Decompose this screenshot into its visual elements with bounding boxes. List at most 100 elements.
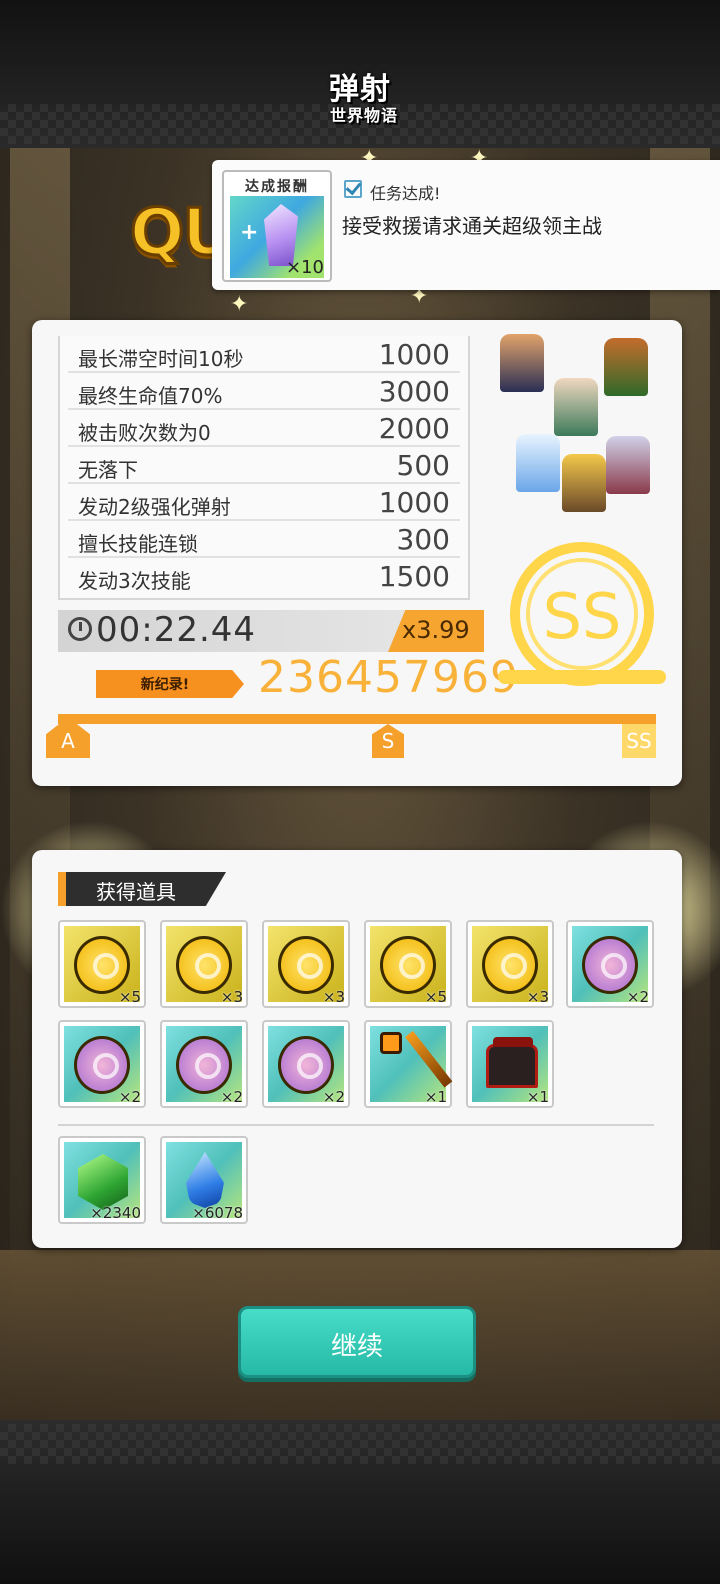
staff-icon (405, 1030, 453, 1088)
bonus-label: 发动3次技能 (78, 569, 191, 593)
character-sprite (604, 338, 648, 396)
gauntlet-icon (486, 1037, 538, 1088)
rank-progress-track (58, 714, 656, 724)
character-sprite (562, 454, 606, 512)
checker-pattern (0, 1424, 720, 1464)
purple-coin-icon (176, 1036, 232, 1094)
obtained-items-panel: 获得道具 ×5 ×3 ×3 ×5 ×3 ×2 ×2 ×2 ×2 ×1 ×1 ×2… (32, 850, 682, 1248)
bonus-label: 擅长技能连锁 (78, 532, 198, 556)
item-slot[interactable]: ×1 (466, 1020, 554, 1108)
toast-mission-text: 接受救援请求通关超级领主战 (342, 214, 602, 238)
item-quantity: ×1 (526, 1088, 549, 1106)
purple-coin-icon (582, 936, 638, 994)
new-record-label: 新纪录! (140, 677, 190, 693)
rank-marker-s: S (372, 724, 404, 758)
character-sprite (516, 434, 560, 492)
gold-coin-icon (176, 936, 232, 994)
bonus-row: 最终生命值70% 3000 (68, 373, 460, 410)
reward-quantity: ×10 (286, 257, 324, 278)
item-slot[interactable]: ×5 (364, 920, 452, 1008)
item-quantity: ×2 (626, 988, 649, 1006)
item-slot[interactable]: ×2 (262, 1020, 350, 1108)
rank-wing (498, 670, 666, 684)
item-quantity: ×2340 (90, 1204, 141, 1222)
character-sprite (554, 378, 598, 436)
items-divider (58, 1124, 654, 1126)
blue-flame-icon (186, 1152, 224, 1208)
item-slot[interactable]: ×5 (58, 920, 146, 1008)
bonus-row: 最长滞空时间10秒 1000 (68, 336, 460, 373)
character-sprite (606, 436, 650, 494)
toast-status: 任务达成! (370, 184, 441, 203)
sparkle-icon: ✦ (230, 292, 249, 317)
item-slot[interactable]: ×2 (160, 1020, 248, 1108)
items-header-title: 获得道具 (96, 880, 176, 904)
item-quantity: ×2 (118, 1088, 141, 1106)
reward-card-title: 达成报酬 (245, 179, 309, 195)
party-characters (492, 326, 672, 516)
bonus-row: 发动3次技能 1500 (68, 558, 460, 595)
clear-time: 00:22.44 (96, 610, 257, 650)
bonus-table: 最长滞空时间10秒 1000 最终生命值70% 3000 被击败次数为0 2000 无… (58, 336, 470, 600)
item-quantity: ×5 (424, 988, 447, 1006)
item-quantity: ×3 (322, 988, 345, 1006)
bonus-row: 擅长技能连锁 300 (68, 521, 460, 558)
item-quantity: ×1 (424, 1088, 447, 1106)
bonus-row: 无落下 500 (68, 447, 460, 484)
bonus-label: 最终生命值70% (78, 384, 223, 408)
item-quantity: ×5 (118, 988, 141, 1006)
continue-button[interactable]: 继续 (238, 1306, 476, 1378)
plus-icon: + (240, 220, 259, 245)
bonus-value: 1000 (378, 338, 450, 371)
item-slot[interactable]: ×3 (262, 920, 350, 1008)
item-slot[interactable]: ×2 (58, 1020, 146, 1108)
bonus-label: 最长滞空时间10秒 (78, 347, 244, 371)
bonus-row: 发动2级强化弹射 1000 (68, 484, 460, 521)
green-gem-icon (78, 1154, 128, 1210)
result-panel: 最长滞空时间10秒 1000 最终生命值70% 3000 被击败次数为0 2000 无… (32, 320, 682, 786)
multiplier-value: x3.99 (402, 616, 470, 644)
staff-head-icon (380, 1032, 402, 1054)
bonus-value: 3000 (378, 375, 450, 408)
rank-progress-fill (58, 714, 656, 724)
total-score: 236457969 (258, 652, 519, 703)
logo-subtitle: 世界物语 (330, 106, 399, 125)
gold-coin-icon (278, 936, 334, 994)
checkbox-icon (344, 180, 362, 198)
reward-card: 达成报酬 + ×10 (222, 170, 332, 282)
bottom-banner (0, 1420, 720, 1584)
bonus-row: 被击败次数为0 2000 (68, 410, 460, 447)
continue-label: 继续 (330, 1332, 383, 1362)
top-banner: 弹射 世界物语 (0, 0, 720, 148)
bonus-value: 300 (396, 523, 450, 556)
purple-coin-icon (74, 1036, 130, 1094)
rank-marker-a: A (46, 724, 90, 758)
item-slot[interactable]: ×2 (566, 920, 654, 1008)
bonus-value: 1500 (378, 560, 450, 593)
character-sprite (500, 334, 544, 392)
item-slot[interactable]: ×6078 (160, 1136, 248, 1224)
item-slot[interactable]: ×2340 (58, 1136, 146, 1224)
game-logo: 弹射 世界物语 (290, 64, 430, 128)
gold-coin-icon (74, 936, 130, 994)
rank-marker-ss: SS (622, 724, 656, 758)
rank-emblem: SS (498, 530, 666, 700)
items-header-accent (58, 872, 66, 906)
rank-text: SS (542, 580, 622, 653)
item-quantity: ×2 (322, 1088, 345, 1106)
item-slot[interactable]: ×3 (466, 920, 554, 1008)
bonus-label: 无落下 (78, 458, 138, 482)
bonus-value: 2000 (378, 412, 450, 445)
bonus-value: 500 (396, 449, 450, 482)
item-quantity: ×3 (220, 988, 243, 1006)
bonus-label: 被击败次数为0 (78, 421, 211, 445)
stopwatch-icon (68, 617, 92, 641)
item-slot[interactable]: ×1 (364, 1020, 453, 1108)
item-quantity: ×3 (526, 988, 549, 1006)
bonus-value: 1000 (378, 486, 450, 519)
purple-coin-icon (278, 1036, 334, 1094)
bonus-label: 发动2级强化弹射 (78, 495, 231, 519)
gold-coin-icon (482, 936, 538, 994)
mission-complete-toast[interactable]: 达成报酬 + ×10 任务达成! 接受救援请求通关超级领主战 (212, 160, 720, 290)
item-slot[interactable]: ×3 (160, 920, 248, 1008)
